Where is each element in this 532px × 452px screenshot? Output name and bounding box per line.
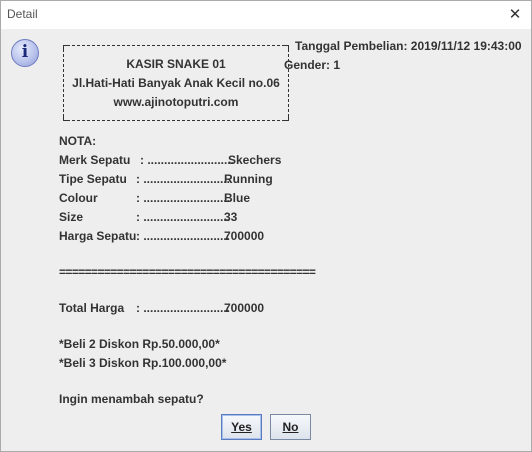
row-harga-label: Harga Sepatu (59, 229, 137, 243)
row-colour-value: Blue (224, 191, 251, 205)
row-merk-label: Merk Sepatu (59, 153, 131, 167)
total-value: 700000 (224, 301, 265, 315)
discount-2: *Beli 2 Diskon Rp.50.000,00* (59, 337, 220, 351)
window-title: Detail (7, 7, 38, 21)
row-colour-sep: : .......................... (136, 191, 231, 205)
row-tipe-label: Tipe Sepatu (59, 172, 127, 186)
separator-line: ======================================== (59, 265, 316, 279)
purchase-date: Tanggal Pembelian: 2019/11/12 19:43:00 (295, 39, 522, 53)
row-merk-sep: : .......................... (140, 153, 235, 167)
discount-3: *Beli 3 Diskon Rp.100.000,00* (59, 356, 227, 370)
row-harga-value: 700000 (224, 229, 265, 243)
store-website: www.ajinotoputri.com (113, 95, 239, 109)
gender-label: Gender: 1 (284, 58, 341, 72)
row-merk-value: Skechers (228, 153, 282, 167)
question-text: Ingin menambah sepatu? (59, 392, 204, 406)
info-icon: i (11, 39, 39, 67)
dialog-body: i KASIR SNAKE 01 Jl.Hati-Hati Banyak Ana… (1, 29, 531, 451)
row-tipe-sep: : .......................... (136, 172, 231, 186)
close-button[interactable]: ✕ (499, 1, 531, 29)
total-sep: : .......................... (136, 301, 231, 315)
total-label: Total Harga (59, 301, 125, 315)
row-size-value: 33 (224, 210, 238, 224)
store-address: Jl.Hati-Hati Banyak Anak Kecil no.06 (72, 76, 280, 90)
title-bar: Detail ✕ (1, 1, 531, 29)
row-size-sep: : .......................... (136, 210, 231, 224)
row-size-label: Size (59, 210, 84, 224)
row-harga-sep: : .......................... (136, 229, 231, 243)
yes-button[interactable]: Yes (221, 414, 262, 440)
store-name: KASIR SNAKE 01 (126, 57, 226, 71)
no-button[interactable]: No (270, 414, 311, 440)
store-header-box: KASIR SNAKE 01 Jl.Hati-Hati Banyak Anak … (63, 45, 289, 121)
dialog-window: Detail ✕ i KASIR SNAKE 01 Jl.Hati-Hati B… (0, 0, 532, 452)
row-colour-label: Colour (59, 191, 98, 205)
nota-title: NOTA: (59, 134, 97, 148)
row-tipe-value: Running (224, 172, 273, 186)
